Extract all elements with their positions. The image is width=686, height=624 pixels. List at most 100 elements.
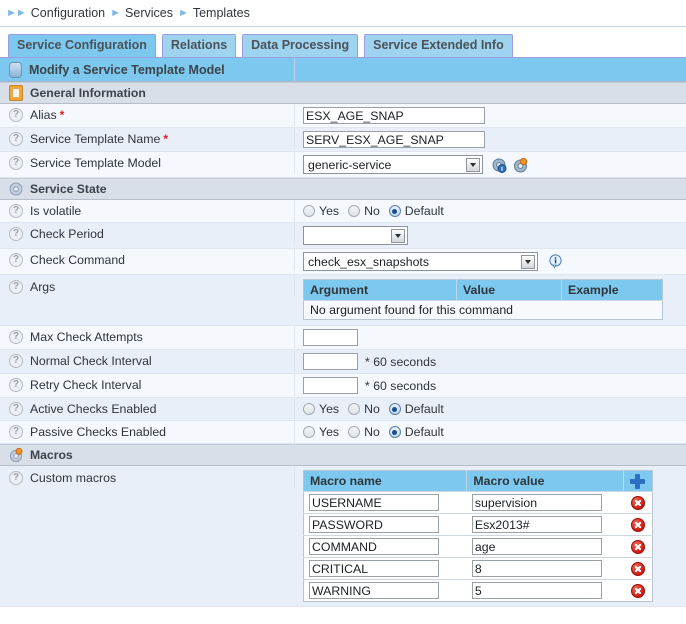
radio-label: Yes <box>319 204 339 218</box>
page-title: Modify a Service Template Model <box>29 63 225 77</box>
required-marker: * <box>60 108 65 122</box>
field-row-args: ? Args Argument Value Example No argumen… <box>0 275 686 326</box>
retry-check-interval-input[interactable] <box>303 377 358 394</box>
is-volatile-radio-default[interactable]: Default <box>389 204 444 218</box>
radio-label: No <box>364 204 380 218</box>
macro-name-cell <box>304 514 467 536</box>
field-row-passive-checks-enabled: ? Passive Checks Enabled Yes No Default <box>0 421 686 444</box>
help-icon[interactable]: ? <box>9 402 23 416</box>
check-command-select[interactable]: check_esx_snapshots <box>303 252 538 271</box>
tab-data-processing[interactable]: Data Processing <box>242 34 358 57</box>
help-icon[interactable]: ? <box>9 132 23 146</box>
section-service-state-label: Service State <box>30 182 107 196</box>
macro-name-input[interactable] <box>309 538 439 555</box>
help-icon[interactable]: ? <box>9 204 23 218</box>
section-macros-label: Macros <box>30 448 73 462</box>
help-icon[interactable]: ? <box>9 425 23 439</box>
add-macro-icon[interactable] <box>630 474 645 489</box>
field-label-normal-check-interval: Normal Check Interval <box>30 354 152 368</box>
help-icon[interactable]: ? <box>9 280 23 294</box>
check-period-select[interactable] <box>303 226 408 245</box>
help-icon[interactable]: ? <box>9 253 23 267</box>
passive-checks-radio-yes[interactable]: Yes <box>303 425 339 439</box>
field-row-check-period: ? Check Period <box>0 223 686 249</box>
radio-dot-selected[interactable] <box>389 426 401 438</box>
gear-info-icon[interactable] <box>492 158 506 172</box>
passive-checks-radio-default[interactable]: Default <box>389 425 444 439</box>
service-configuration-panel: Modify a Service Template Model General … <box>0 57 686 607</box>
passive-checks-radio-no[interactable]: No <box>348 425 380 439</box>
retry-check-interval-unit: * 60 seconds <box>365 379 436 393</box>
breadcrumb-item-configuration[interactable]: Configuration <box>31 6 105 20</box>
clipboard-icon <box>9 85 23 101</box>
delete-circle-icon[interactable] <box>631 562 645 576</box>
field-row-service-template-name: ? Service Template Name * <box>0 128 686 152</box>
args-column-example: Example <box>562 280 663 301</box>
radio-dot[interactable] <box>348 205 360 217</box>
delete-circle-icon[interactable] <box>631 584 645 598</box>
macro-name-input[interactable] <box>309 582 439 599</box>
help-icon[interactable]: ? <box>9 471 23 485</box>
radio-dot-selected[interactable] <box>389 403 401 415</box>
help-icon[interactable]: ? <box>9 227 23 241</box>
delete-circle-icon[interactable] <box>631 518 645 532</box>
tab-service-configuration[interactable]: Service Configuration <box>8 34 156 57</box>
gear-icon <box>9 182 23 196</box>
macro-name-cell <box>304 492 467 514</box>
active-checks-radio-group: Yes No Default <box>303 402 453 416</box>
table-row <box>304 492 653 514</box>
active-checks-radio-default[interactable]: Default <box>389 402 444 416</box>
macro-name-input[interactable] <box>309 516 439 533</box>
macro-actions-cell <box>623 536 652 558</box>
delete-circle-icon[interactable] <box>631 496 645 510</box>
macro-value-cell <box>467 580 623 602</box>
macro-value-input[interactable] <box>472 538 602 555</box>
macro-name-input[interactable] <box>309 494 439 511</box>
help-icon[interactable]: ? <box>9 354 23 368</box>
delete-circle-icon[interactable] <box>631 540 645 554</box>
radio-dot[interactable] <box>303 403 315 415</box>
radio-dot[interactable] <box>303 426 315 438</box>
is-volatile-radio-yes[interactable]: Yes <box>303 204 339 218</box>
is-volatile-radio-no[interactable]: No <box>348 204 380 218</box>
info-icon[interactable] <box>548 254 563 269</box>
macro-name-input[interactable] <box>309 560 439 577</box>
breadcrumb-item-templates[interactable]: Templates <box>193 6 250 20</box>
chevron-down-icon[interactable] <box>521 255 535 269</box>
help-icon[interactable]: ? <box>9 378 23 392</box>
help-icon[interactable]: ? <box>9 330 23 344</box>
max-check-attempts-input[interactable] <box>303 329 358 346</box>
radio-dot-selected[interactable] <box>389 205 401 217</box>
macro-value-cell <box>467 558 623 580</box>
macro-value-input[interactable] <box>472 582 602 599</box>
breadcrumb-item-services[interactable]: Services <box>125 6 173 20</box>
radio-label: Yes <box>319 402 339 416</box>
tab-relations[interactable]: Relations <box>162 34 236 57</box>
normal-check-interval-input[interactable] <box>303 353 358 370</box>
macros-column-name: Macro name <box>304 471 467 492</box>
alias-input[interactable] <box>303 107 485 124</box>
field-label-alias: Alias <box>30 108 57 122</box>
field-row-custom-macros: ? Custom macros Macro name Macro value <box>0 466 686 607</box>
radio-dot[interactable] <box>303 205 315 217</box>
double-chevron-right-icon: ►► <box>6 8 26 19</box>
macro-value-input[interactable] <box>472 516 602 533</box>
normal-check-interval-unit: * 60 seconds <box>365 355 436 369</box>
macro-actions-cell <box>623 580 652 602</box>
gear-orange-icon[interactable] <box>513 158 527 172</box>
service-template-model-select[interactable]: generic-service <box>303 155 483 174</box>
tab-service-extended-info[interactable]: Service Extended Info <box>364 34 513 57</box>
radio-dot[interactable] <box>348 426 360 438</box>
service-template-name-input[interactable] <box>303 131 485 148</box>
active-checks-radio-yes[interactable]: Yes <box>303 402 339 416</box>
help-icon[interactable]: ? <box>9 108 23 122</box>
field-row-alias: ? Alias * <box>0 104 686 128</box>
macro-value-input[interactable] <box>472 560 602 577</box>
chevron-down-icon[interactable] <box>466 158 480 172</box>
radio-dot[interactable] <box>348 403 360 415</box>
chevron-down-icon[interactable] <box>391 229 405 243</box>
active-checks-radio-no[interactable]: No <box>348 402 380 416</box>
help-icon[interactable]: ? <box>9 156 23 170</box>
macro-value-input[interactable] <box>472 494 602 511</box>
field-label-custom-macros: Custom macros <box>30 471 116 485</box>
